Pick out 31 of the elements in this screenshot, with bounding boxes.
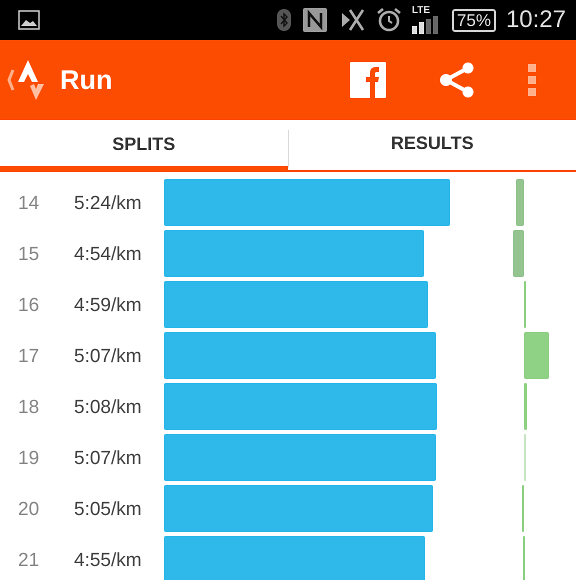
elevation-bar (524, 332, 549, 379)
split-number: 15 (17, 242, 40, 266)
elevation-bar (516, 179, 524, 226)
split-pace: 5:24/km (73, 192, 143, 216)
split-number: 20 (17, 498, 40, 522)
network-type: LTE (412, 6, 430, 16)
overflow-menu-icon[interactable] (528, 64, 536, 96)
split-number: 16 (17, 294, 40, 318)
picture-icon (18, 10, 40, 30)
elevation-bar (513, 230, 524, 277)
split-number: 21 (17, 548, 40, 572)
split-number: 19 (17, 446, 40, 470)
split-pace: 4:59/km (73, 294, 143, 318)
split-pace: 5:05/km (73, 498, 143, 522)
facebook-icon[interactable] (350, 62, 386, 98)
split-pace: 4:55/km (73, 548, 143, 572)
bluetooth-icon (276, 8, 292, 32)
screen-title: Run (60, 64, 112, 96)
split-number: 14 (17, 192, 40, 216)
nfc-icon (302, 7, 328, 33)
elevation-bar (524, 383, 527, 430)
split-number: 18 (17, 396, 40, 420)
clock-time: 10:27 (506, 6, 566, 34)
share-icon[interactable] (438, 62, 476, 98)
battery-indicator: 75% (452, 8, 496, 32)
split-pace: 5:07/km (73, 344, 143, 368)
alarm-clock-icon (376, 7, 402, 33)
split-number: 17 (17, 344, 40, 368)
split-pace: 4:54/km (73, 242, 143, 266)
split-pace: 5:07/km (73, 446, 143, 470)
split-pace: 5:08/km (73, 396, 143, 420)
